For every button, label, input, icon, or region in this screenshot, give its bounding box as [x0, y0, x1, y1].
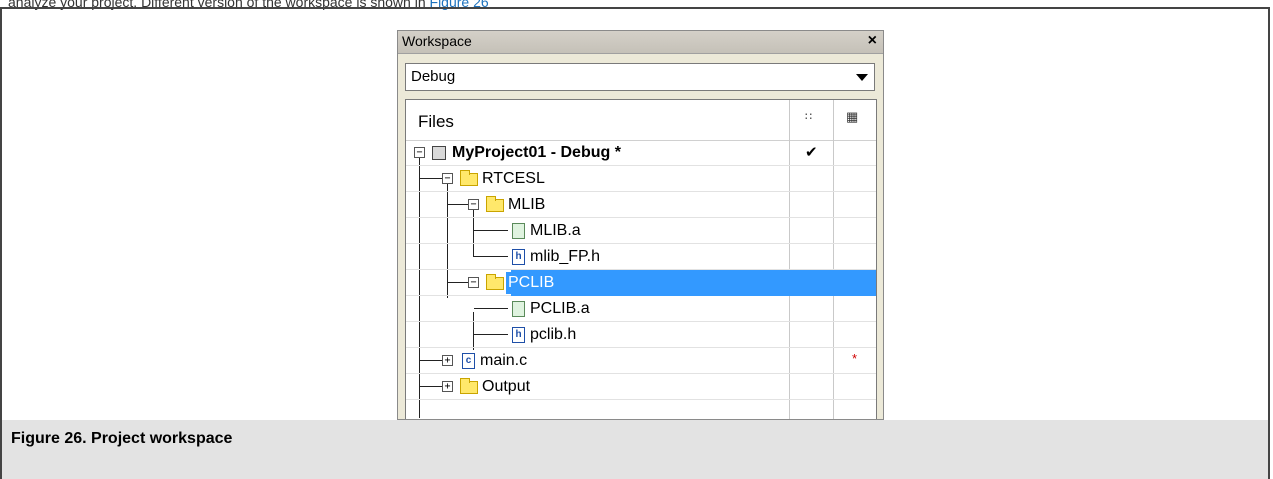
tree-line — [420, 178, 442, 179]
folder-label: RTCESL — [482, 170, 545, 187]
close-icon[interactable]: × — [868, 32, 877, 50]
tree-line — [448, 282, 468, 283]
tree-row-folder-selected[interactable]: − PCLIB — [406, 270, 876, 296]
tree-header: Files ∷ ▦ — [406, 100, 876, 141]
file-label: pclib.h — [530, 326, 577, 343]
collapse-icon[interactable]: − — [442, 173, 453, 184]
figure-caption-text: Figure 26. Project workspace — [11, 430, 233, 447]
folder-label: PCLIB — [506, 272, 557, 294]
folder-label: Output — [482, 378, 531, 395]
folder-label: MLIB — [508, 196, 546, 213]
tree-line — [420, 360, 442, 361]
modified-marker: * — [852, 351, 858, 366]
header-file-icon: h — [512, 249, 525, 265]
tree-row-file[interactable]: PCLIB.a — [406, 296, 876, 322]
options-column-icon[interactable]: ∷ — [805, 110, 812, 123]
selection-highlight — [511, 270, 876, 296]
configuration-value: Debug — [411, 68, 456, 85]
dropdown-arrow-icon[interactable] — [856, 74, 868, 81]
collapse-icon[interactable]: − — [414, 147, 425, 158]
folder-icon — [486, 274, 504, 290]
tree-row-project[interactable]: − MyProject01 - Debug * ✔ — [406, 140, 876, 166]
workspace-window: Workspace × Debug Files ∷ ▦ − MyProject0… — [397, 30, 884, 420]
build-check-icon: ✔ — [805, 144, 818, 161]
tree-row-file[interactable]: h mlib_FP.h — [406, 244, 876, 270]
c-file-icon: c — [462, 353, 475, 369]
figure-caption: Figure 26. Project workspace — [0, 420, 1270, 479]
tree-row-folder[interactable]: − RTCESL — [406, 166, 876, 192]
library-file-icon — [512, 223, 525, 239]
tree-line — [448, 204, 468, 205]
expand-icon[interactable]: + — [442, 355, 453, 366]
tree-row-folder[interactable]: + Output — [406, 374, 876, 400]
folder-icon — [486, 196, 504, 212]
tree-line — [474, 334, 508, 335]
collapse-icon[interactable]: − — [468, 199, 479, 210]
file-tree: Files ∷ ▦ − MyProject01 - Debug * ✔ − RT… — [405, 99, 877, 419]
file-label: mlib_FP.h — [530, 248, 600, 265]
tree-row-file[interactable]: MLIB.a — [406, 218, 876, 244]
file-label: MLIB.a — [530, 222, 581, 239]
tree-line — [474, 256, 508, 257]
file-label: main.c — [480, 352, 528, 369]
tree-line — [420, 386, 442, 387]
workspace-title-bar: Workspace × — [398, 31, 883, 54]
tree-line — [474, 308, 508, 309]
folder-icon — [460, 170, 478, 186]
project-icon — [432, 146, 446, 160]
folder-icon — [460, 378, 478, 394]
binary-column-icon[interactable]: ▦ — [846, 109, 858, 125]
library-file-icon — [512, 301, 525, 317]
expand-icon[interactable]: + — [442, 381, 453, 392]
collapse-icon[interactable]: − — [468, 277, 479, 288]
tree-row-file[interactable]: + c main.c * — [406, 348, 876, 374]
project-label: MyProject01 - Debug * — [452, 144, 621, 161]
files-column-header[interactable]: Files — [418, 112, 454, 132]
configuration-dropdown[interactable]: Debug — [405, 63, 875, 91]
header-file-icon: h — [512, 327, 525, 343]
tree-line — [474, 230, 508, 231]
tree-row-file[interactable]: h pclib.h — [406, 322, 876, 348]
file-label: PCLIB.a — [530, 300, 590, 317]
workspace-title: Workspace — [402, 33, 472, 49]
tree-row-folder[interactable]: − MLIB — [406, 192, 876, 218]
